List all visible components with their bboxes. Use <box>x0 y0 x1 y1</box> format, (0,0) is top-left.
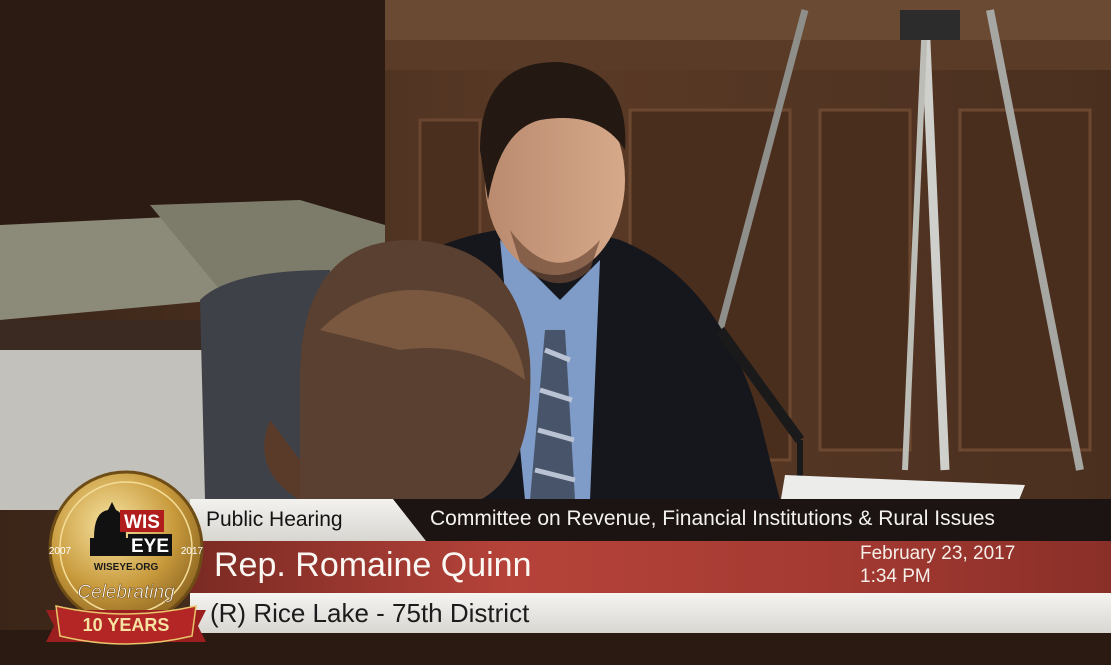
logo-year-start: 2007 <box>49 546 72 557</box>
broadcast-date: February 23, 2017 <box>860 543 1016 564</box>
logo-years: 10 YEARS <box>83 615 170 635</box>
speaker-name: Rep. Romaine Quinn <box>214 546 532 584</box>
logo-wis: WIS <box>124 512 160 533</box>
event-type-tag: Public Hearing <box>190 499 426 541</box>
committee-title: Committee on Revenue, Financial Institut… <box>430 507 995 530</box>
event-type-label: Public Hearing <box>206 508 343 531</box>
logo-eye: EYE <box>131 536 169 557</box>
logo-url: WISEYE.ORG <box>94 562 159 573</box>
logo-year-end: 2017 <box>181 546 204 557</box>
logo-celebrating: Celebrating <box>77 582 175 603</box>
broadcast-time: 1:34 PM <box>860 566 931 587</box>
video-frame: Public Hearing Committee on Revenue, Fin… <box>0 0 1111 665</box>
wiseye-logo: WIS EYE WISEYE.ORG 2007 2017 Celebrating… <box>46 470 206 645</box>
speaker-district: (R) Rice Lake - 75th District <box>210 598 530 628</box>
